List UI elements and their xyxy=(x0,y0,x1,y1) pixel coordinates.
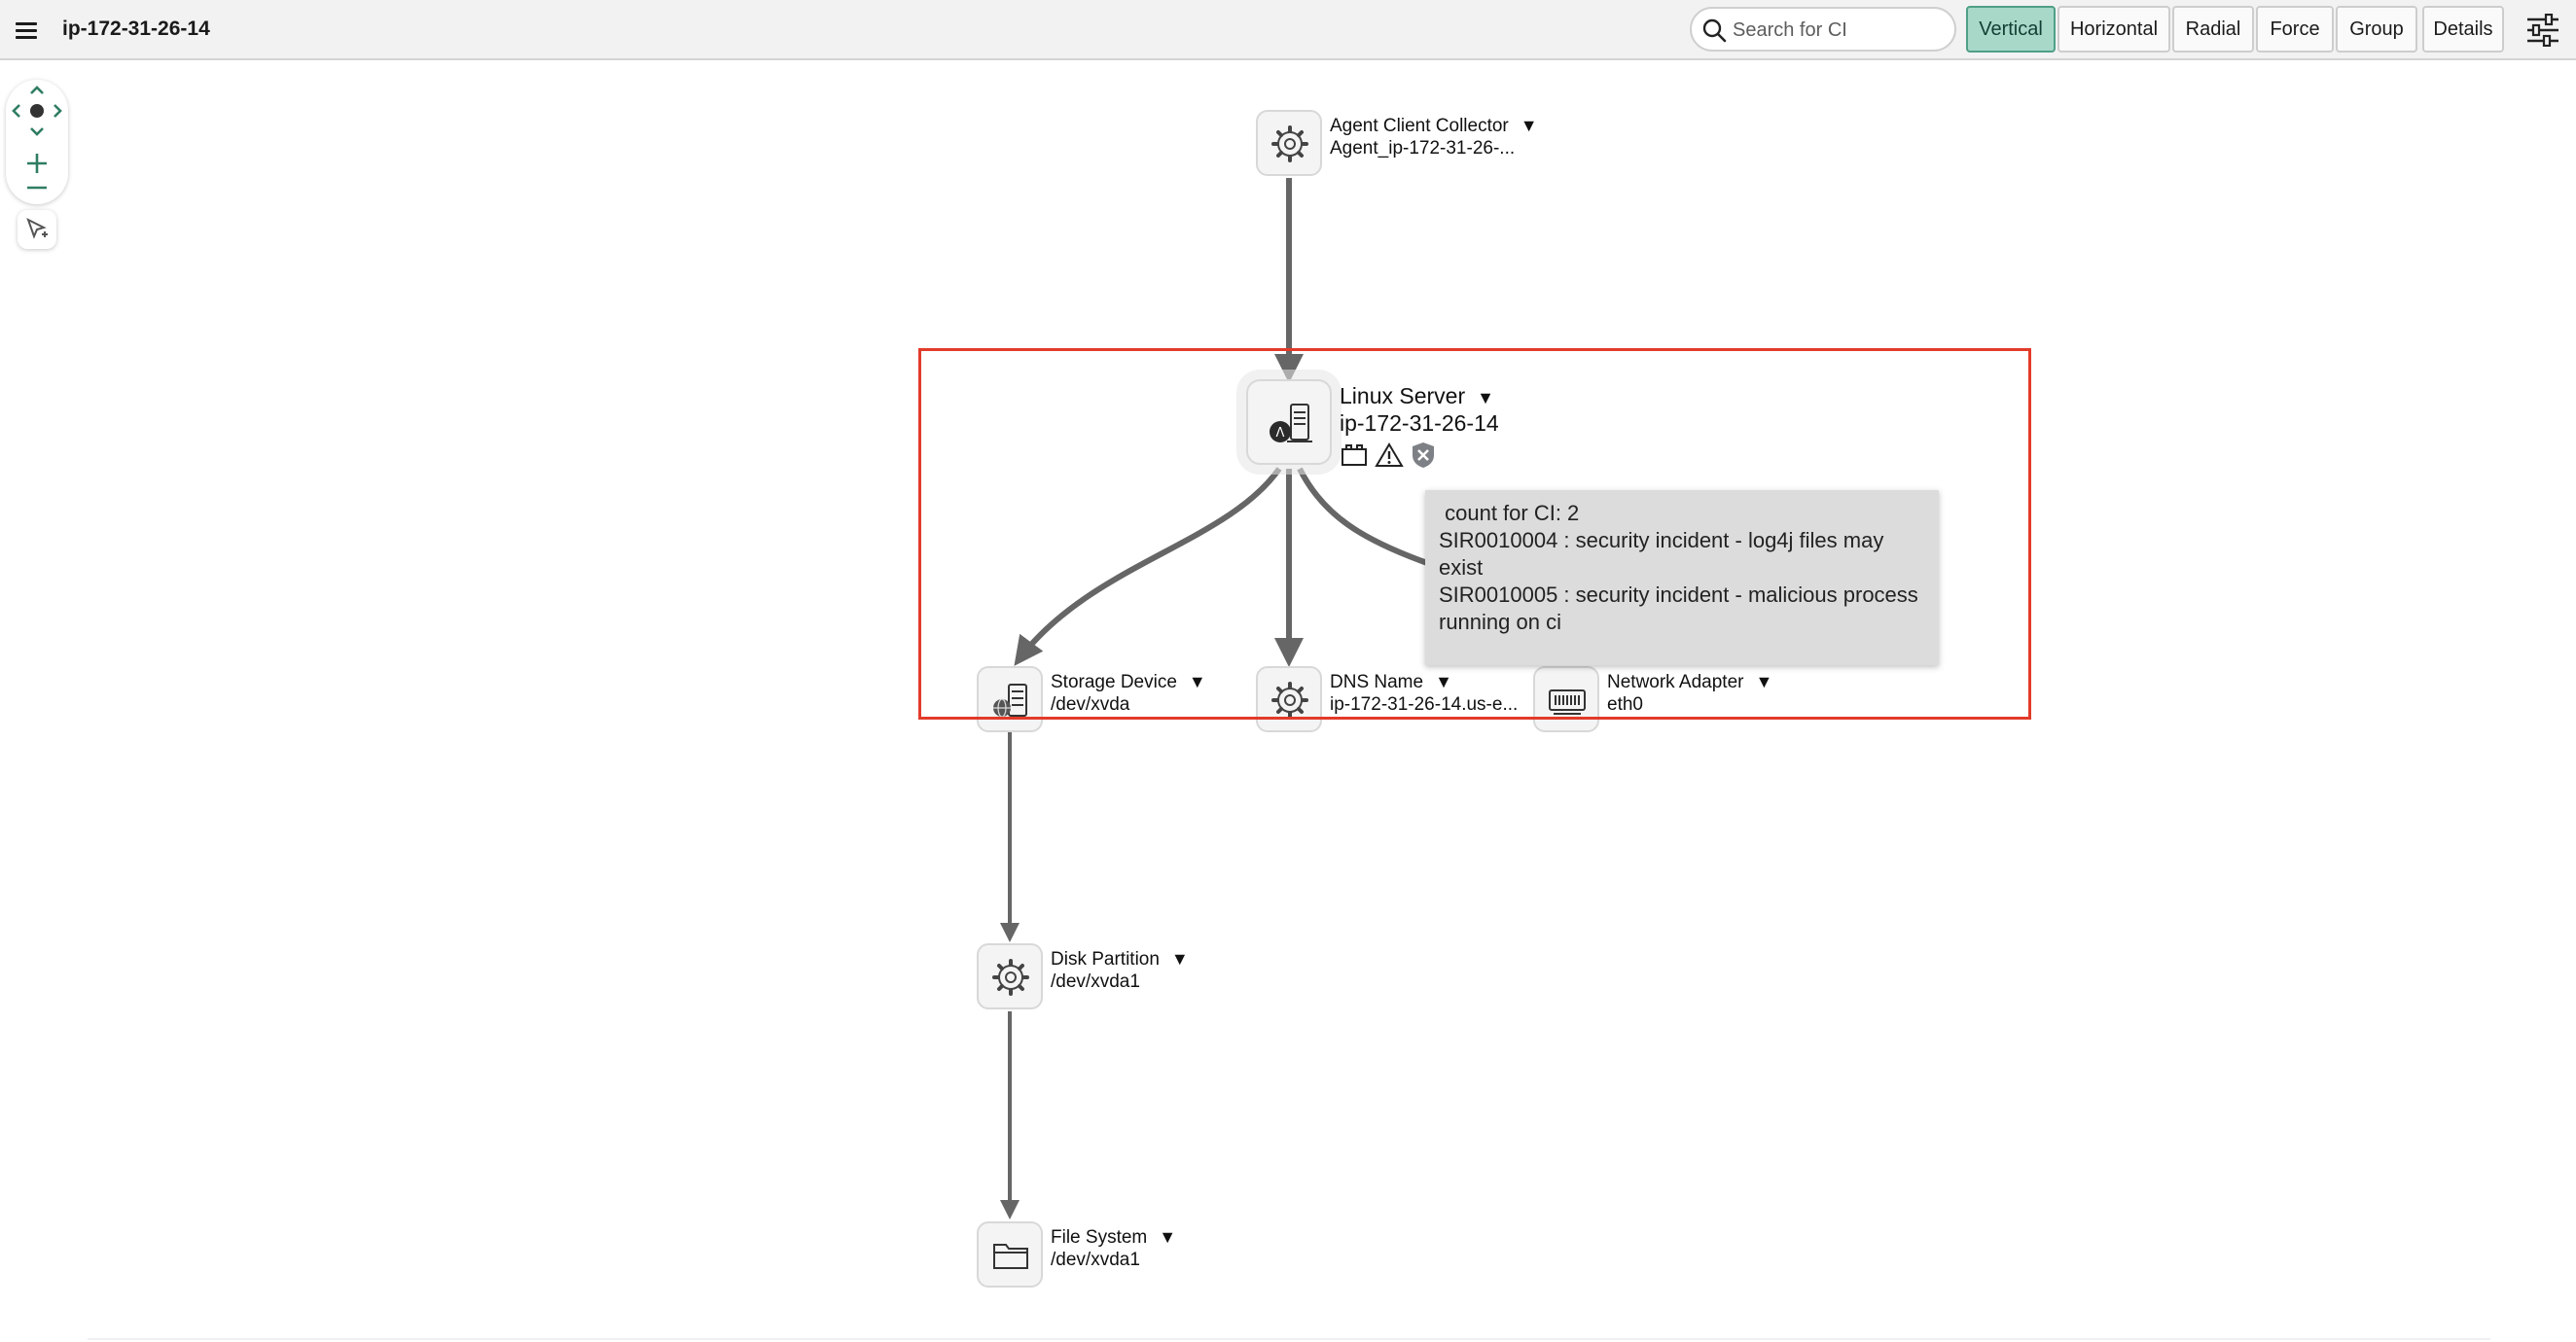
canvas-bottom-divider xyxy=(88,1338,2490,1340)
node-icon-box[interactable] xyxy=(977,1221,1043,1288)
gear-icon xyxy=(992,959,1029,996)
node-type-label: File System xyxy=(1051,1227,1148,1248)
dropdown-caret-icon[interactable]: ▼ xyxy=(1171,949,1189,969)
node-type-label: Agent Client Collector xyxy=(1330,116,1509,136)
node-icon-box[interactable] xyxy=(977,943,1043,1009)
folder-icon xyxy=(993,1244,1028,1269)
tooltip-line: SIR0010005 : security incident - malicio… xyxy=(1439,583,1918,634)
tooltip-line: count for CI: 2 xyxy=(1439,501,1580,525)
dropdown-caret-icon[interactable]: ▼ xyxy=(1159,1227,1176,1247)
node-type-label: Disk Partition xyxy=(1051,949,1160,970)
node-name-label: Agent_ip-172-31-26-... xyxy=(1330,138,1516,159)
security-incident-tooltip: count for CI: 2 SIR0010004 : security in… xyxy=(1425,490,1939,665)
tooltip-line: SIR0010004 : security incident - log4j f… xyxy=(1439,528,1884,580)
node-icon-box[interactable] xyxy=(1256,110,1322,176)
gear-icon xyxy=(1271,125,1308,162)
node-name-label: /dev/xvda1 xyxy=(1051,1250,1140,1270)
node-name-label: /dev/xvda1 xyxy=(1051,971,1140,992)
dropdown-caret-icon[interactable]: ▼ xyxy=(1521,116,1538,135)
